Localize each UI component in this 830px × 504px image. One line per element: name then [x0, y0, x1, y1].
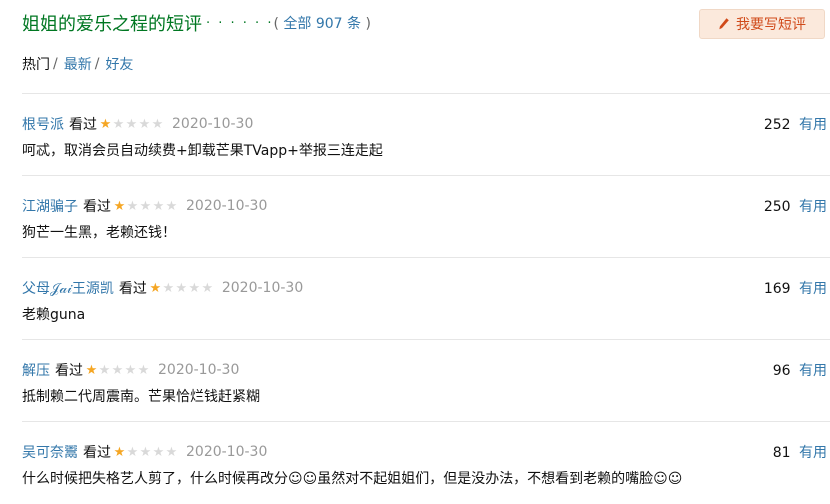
comment-date: 2020-10-30: [172, 116, 254, 132]
rating-stars: ★ ★ ★ ★ ★: [113, 446, 178, 459]
rating-stars: ★ ★ ★ ★ ★: [113, 200, 178, 213]
comment-date: 2020-10-30: [186, 198, 268, 214]
star-empty-icon: ★: [139, 444, 152, 460]
star-empty-icon: ★: [165, 444, 178, 460]
star-empty-icon: ★: [98, 362, 111, 378]
comment-item: 江湖骗子 看过 ★ ★ ★ ★ ★ 2020-10-30 250 有用 狗芒一生黑，老赖…: [22, 175, 830, 257]
comment-text: 什么时候把失格艺人剪了，什么时候再改分☺☺虽然对不起姐姐们，但是没办法，不想看到…: [22, 471, 683, 487]
tab-separator: /: [53, 56, 58, 72]
count-open-paren: (: [273, 16, 279, 32]
comment-user-link[interactable]: 江湖骗子: [22, 196, 78, 216]
comment-user-link[interactable]: 根号派: [22, 114, 64, 134]
useful-button[interactable]: 有用: [799, 445, 827, 461]
star-empty-icon: ★: [125, 116, 138, 132]
useful-button[interactable]: 有用: [799, 199, 827, 215]
star-empty-icon: ★: [188, 280, 201, 296]
all-comments-link[interactable]: 全部 907 条: [283, 16, 361, 32]
watch-status: 看过: [118, 281, 147, 297]
tab-friends[interactable]: 好友: [105, 54, 133, 74]
watch-status: 看过: [69, 117, 97, 133]
short-comments-page: 姐姐的爱乐之程的短评 · · · · · · ( 全部 907 条 ) 我要写短…: [0, 0, 830, 504]
comment-item: 解压 看过 ★ ★ ★ ★ ★ 2020-10-30 96 有用 抵制赖二代周震南。芒果…: [22, 339, 830, 421]
star-empty-icon: ★: [201, 280, 214, 296]
comment-info: 吴可奈鬻 看过 ★ ★ ★ ★ ★ 2020-10-30: [22, 442, 267, 462]
star-empty-icon: ★: [151, 116, 164, 132]
comment-votes: 96 有用: [773, 360, 827, 380]
star-empty-icon: ★: [111, 362, 124, 378]
star-filled-icon: ★: [149, 280, 162, 296]
comment-info: 根号派 看过 ★ ★ ★ ★ ★ 2020-10-30: [22, 114, 253, 134]
comment-item: 吴可奈鬻 看过 ★ ★ ★ ★ ★ 2020-10-30 81 有用 什么时候把失格艺人…: [22, 421, 830, 503]
comment-user-link[interactable]: 吴可奈鬻: [22, 442, 78, 462]
star-empty-icon: ★: [165, 198, 178, 214]
star-empty-icon: ★: [126, 198, 139, 214]
watch-status: 看过: [55, 363, 83, 379]
star-empty-icon: ★: [152, 444, 165, 460]
comment-item: 父母𝒥𝒶𝒾王源凯 看过 ★ ★ ★ ★ ★ 2020-10-30 169 有用 老赖gu…: [22, 257, 830, 339]
comment-text: 抵制赖二代周震南。芒果恰烂钱赶紧糊: [22, 389, 260, 405]
watch-status: 看过: [83, 199, 111, 215]
useful-button[interactable]: 有用: [799, 117, 827, 133]
star-empty-icon: ★: [139, 198, 152, 214]
star-empty-icon: ★: [137, 362, 150, 378]
comment-date: 2020-10-30: [158, 362, 240, 378]
count-close-paren: ): [365, 16, 371, 32]
write-comment-label: 我要写短评: [736, 17, 806, 33]
star-filled-icon: ★: [113, 198, 126, 214]
comment-info: 父母𝒥𝒶𝒾王源凯 看过 ★ ★ ★ ★ ★ 2020-10-30: [22, 278, 303, 298]
vote-count: 169: [763, 281, 791, 297]
title-dots: · · · · · ·: [206, 15, 274, 31]
comment-user-link[interactable]: 解压: [22, 360, 50, 380]
rating-stars: ★ ★ ★ ★ ★: [85, 364, 150, 377]
rating-stars: ★ ★ ★ ★ ★: [99, 118, 164, 131]
pencil-icon: [718, 17, 730, 31]
comment-date: 2020-10-30: [186, 444, 268, 460]
star-filled-icon: ★: [85, 362, 98, 378]
comment-text: 呵忒，取消会员自动续费+卸载芒果TVapp+举报三连走起: [22, 143, 383, 159]
sort-tabs: 热门 / 最新 / 好友: [22, 54, 133, 74]
watch-status: 看过: [83, 445, 111, 461]
comment-votes: 81 有用: [773, 442, 827, 462]
star-filled-icon: ★: [99, 116, 112, 132]
comment-info: 江湖骗子 看过 ★ ★ ★ ★ ★ 2020-10-30: [22, 196, 267, 216]
comment-votes: 169 有用: [764, 278, 827, 298]
write-comment-button[interactable]: 我要写短评: [699, 9, 825, 39]
comment-item: 根号派 看过 ★ ★ ★ ★ ★ 2020-10-30 252 有用 呵忒，取消会员自动…: [22, 93, 830, 175]
vote-count: 81: [772, 445, 791, 461]
star-empty-icon: ★: [124, 362, 137, 378]
vote-count: 252: [763, 117, 791, 133]
comment-text: 狗芒一生黑，老赖还钱！: [22, 225, 176, 241]
vote-count: 250: [763, 199, 791, 215]
useful-button[interactable]: 有用: [799, 363, 827, 379]
comment-votes: 250 有用: [764, 196, 827, 216]
comment-user-link[interactable]: 父母𝒥𝒶𝒾王源凯: [22, 278, 114, 298]
rating-stars: ★ ★ ★ ★ ★: [149, 282, 214, 295]
comment-list: 根号派 看过 ★ ★ ★ ★ ★ 2020-10-30 252 有用 呵忒，取消会员自动…: [22, 93, 830, 503]
comment-text: 老赖guna: [22, 307, 86, 323]
comment-votes: 252 有用: [764, 114, 827, 134]
star-empty-icon: ★: [175, 280, 188, 296]
star-empty-icon: ★: [126, 444, 139, 460]
star-empty-icon: ★: [138, 116, 151, 132]
useful-button[interactable]: 有用: [799, 281, 827, 297]
tab-latest[interactable]: 最新: [64, 54, 92, 74]
comment-count: ( 全部 907 条 ): [273, 13, 370, 33]
tab-hot[interactable]: 热门: [22, 54, 50, 74]
vote-count: 96: [772, 363, 791, 379]
star-filled-icon: ★: [113, 444, 126, 460]
section-header: 姐姐的爱乐之程的短评 · · · · · · ( 全部 907 条 ): [22, 8, 371, 38]
star-empty-icon: ★: [152, 198, 165, 214]
tab-separator: /: [94, 56, 100, 72]
star-empty-icon: ★: [112, 116, 125, 132]
section-title: 姐姐的爱乐之程的短评: [22, 14, 202, 35]
comment-date: 2020-10-30: [221, 280, 304, 296]
star-empty-icon: ★: [162, 280, 175, 296]
comment-info: 解压 看过 ★ ★ ★ ★ ★ 2020-10-30: [22, 360, 239, 380]
